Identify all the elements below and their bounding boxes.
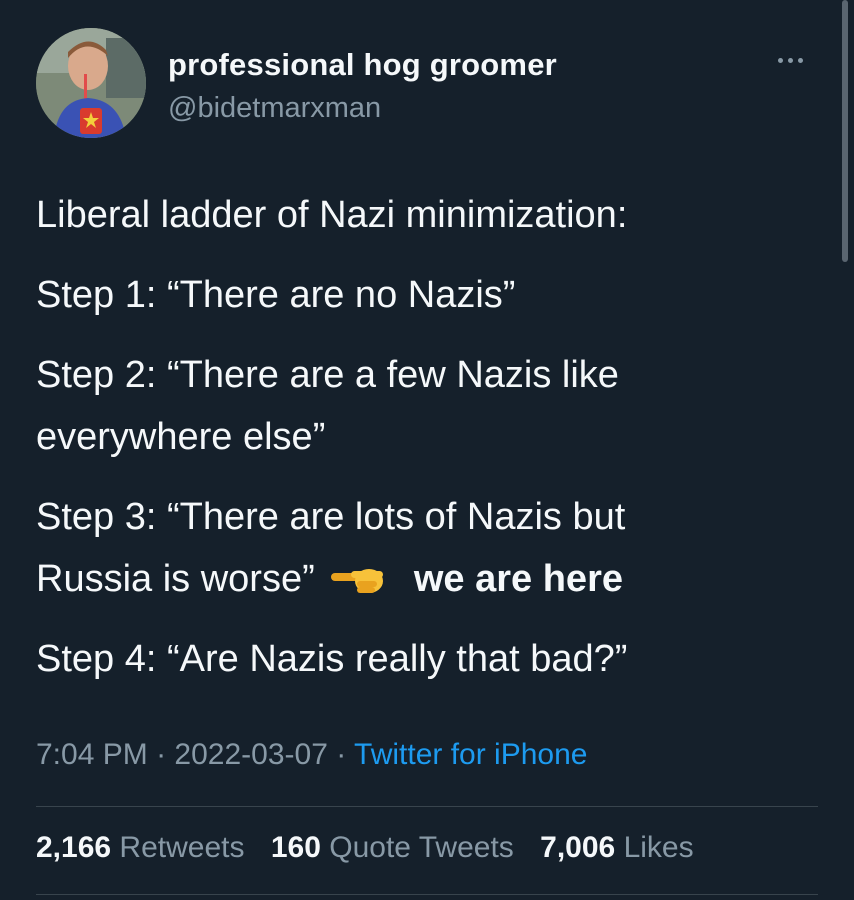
step-1: Step 1: “There are no Nazis” bbox=[36, 274, 516, 316]
retweets-stat[interactable]: 2,166 Retweets bbox=[36, 831, 271, 864]
meta-separator: · bbox=[156, 738, 167, 771]
step-3-text: Russia is worse” bbox=[36, 558, 315, 600]
tweet-time[interactable]: 7:04 PM bbox=[36, 738, 148, 771]
tweet-meta: 7:04 PM · 2022-03-07 · Twitter for iPhon… bbox=[36, 738, 587, 772]
step-3-line-2: Russia is worse” we are here bbox=[36, 554, 826, 604]
likes-label: Likes bbox=[623, 831, 694, 864]
likes-count: 7,006 bbox=[540, 831, 616, 864]
tweet-date[interactable]: 2022-03-07 bbox=[174, 738, 327, 771]
retweets-count: 2,166 bbox=[36, 831, 112, 864]
quote-tweets-count: 160 bbox=[270, 831, 321, 864]
step-2-line-2: everywhere else” bbox=[36, 416, 326, 458]
tweet-header: professional hog groomer @bidetmarxman bbox=[36, 28, 834, 140]
meta-separator: · bbox=[336, 738, 347, 771]
tweet-intro: Liberal ladder of Nazi minimization: bbox=[36, 194, 628, 236]
step-3-emphasis: we are here bbox=[413, 558, 623, 600]
tweet-text: Liberal ladder of Nazi minimization: Ste… bbox=[36, 190, 826, 684]
step-3-line-1: Step 3: “There are lots of Nazis but bbox=[36, 496, 626, 538]
likes-stat[interactable]: 7,006 Likes bbox=[540, 831, 711, 864]
avatar[interactable] bbox=[36, 28, 146, 138]
more-options-icon[interactable] bbox=[778, 50, 818, 70]
retweets-label: Retweets bbox=[119, 831, 245, 864]
step-4: Step 4: “Are Nazis really that bad?” bbox=[36, 638, 628, 680]
user-handle[interactable]: @bidetmarxman bbox=[168, 88, 557, 128]
pointing-right-hand-icon bbox=[329, 560, 387, 610]
quote-tweets-label: Quote Tweets bbox=[329, 831, 514, 864]
author-names: professional hog groomer @bidetmarxman bbox=[168, 46, 557, 128]
scrollbar[interactable] bbox=[842, 0, 848, 262]
tweet-source-link[interactable]: Twitter for iPhone bbox=[354, 738, 587, 771]
divider bbox=[36, 806, 818, 807]
tweet-stats: 2,166 Retweets 160 Quote Tweets 7,006 Li… bbox=[36, 831, 712, 865]
step-2-line-1: Step 2: “There are a few Nazis like bbox=[36, 354, 619, 396]
display-name[interactable]: professional hog groomer bbox=[168, 46, 557, 84]
divider bbox=[36, 894, 818, 895]
quote-tweets-stat[interactable]: 160 Quote Tweets bbox=[271, 831, 540, 864]
